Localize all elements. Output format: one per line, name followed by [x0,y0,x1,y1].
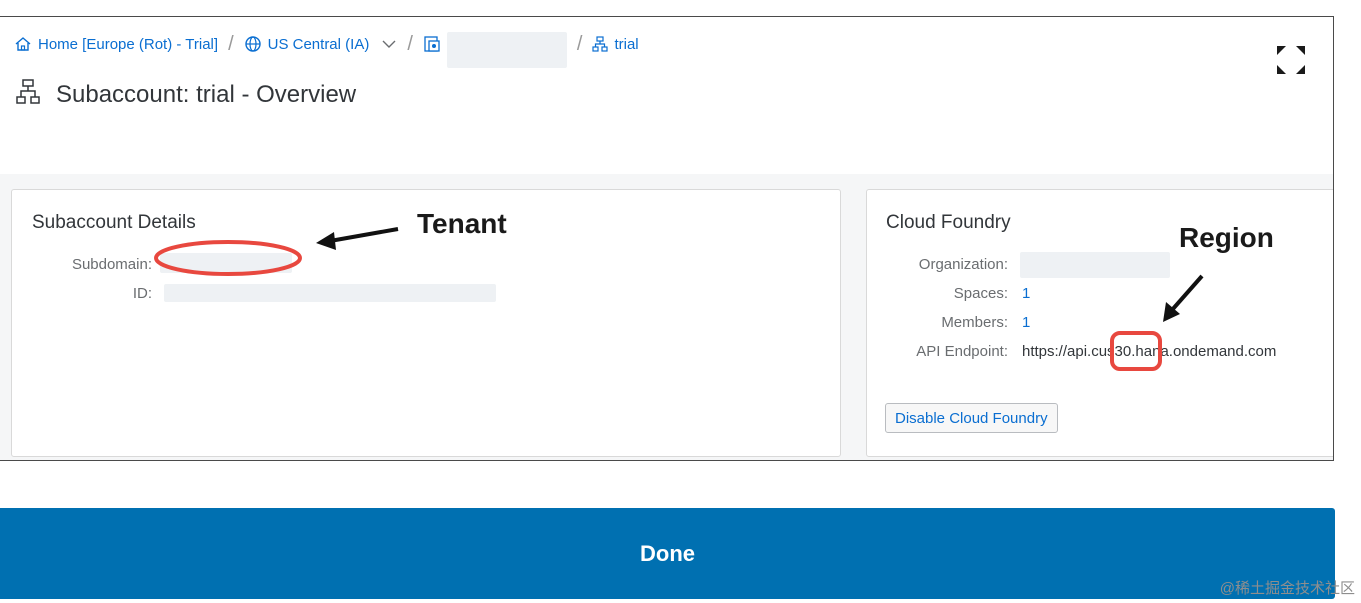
subaccount-hierarchy-icon [592,36,609,52]
globe-icon [244,35,262,53]
directory-name-redacted [446,32,567,68]
organization-value-redacted [1020,252,1170,278]
subaccount-dialog: Home [Europe (Rot) - Trial] / US Central… [0,16,1334,461]
breadcrumb-separator: / [228,32,234,55]
done-button[interactable]: Done [0,508,1335,599]
id-value-redacted [164,284,496,302]
directory-icon [423,35,441,53]
breadcrumb-home-label: Home [Europe (Rot) - Trial] [38,35,219,53]
page-title: Subaccount: trial - Overview [56,80,357,108]
id-label: ID: [132,285,152,302]
spaces-label: Spaces: [953,285,1008,302]
breadcrumb-region[interactable]: US Central (IA) [244,35,398,53]
fullscreen-icon[interactable] [1275,44,1307,76]
breadcrumb-subaccount-label: trial [614,35,639,53]
breadcrumb-subaccount[interactable]: trial [592,35,639,53]
api-endpoint-suffix: hana.ondemand.com [1135,343,1277,360]
api-endpoint-label: API Endpoint: [916,343,1008,360]
breadcrumb-separator: / [407,32,413,55]
cloud-foundry-title: Cloud Foundry [886,212,1011,233]
chevron-down-icon[interactable] [375,38,397,50]
disable-cloud-foundry-button[interactable]: Disable Cloud Foundry [885,403,1058,433]
breadcrumb-region-label: US Central (IA) [267,35,370,53]
breadcrumb-directory[interactable] [423,20,567,68]
home-icon [14,36,32,52]
watermark: @稀土掘金技术社区 [1219,580,1355,597]
members-value[interactable]: 1 [1022,314,1030,331]
organization-label: Organization: [918,256,1008,273]
subdomain-value-redacted [160,253,292,273]
api-endpoint-value: https://api.cus30.hana.ondemand.com [1022,343,1276,360]
subaccount-details-title: Subaccount Details [32,212,196,233]
tenant-annotation-label: Tenant [417,208,507,239]
subdomain-label: Subdomain: [71,256,152,273]
breadcrumb: Home [Europe (Rot) - Trial] / US Central… [14,32,639,68]
spaces-value[interactable]: 1 [1022,285,1030,302]
api-endpoint-prefix: https://api.c [1022,343,1099,360]
page-header: Subaccount: trial - Overview [16,79,356,110]
breadcrumb-separator: / [576,32,583,55]
api-endpoint-region: us30. [1098,343,1136,360]
breadcrumb-home[interactable]: Home [Europe (Rot) - Trial] [14,36,218,53]
region-annotation-label: Region [1179,222,1274,253]
members-label: Members: [941,314,1008,331]
subaccount-hierarchy-icon [16,79,40,110]
